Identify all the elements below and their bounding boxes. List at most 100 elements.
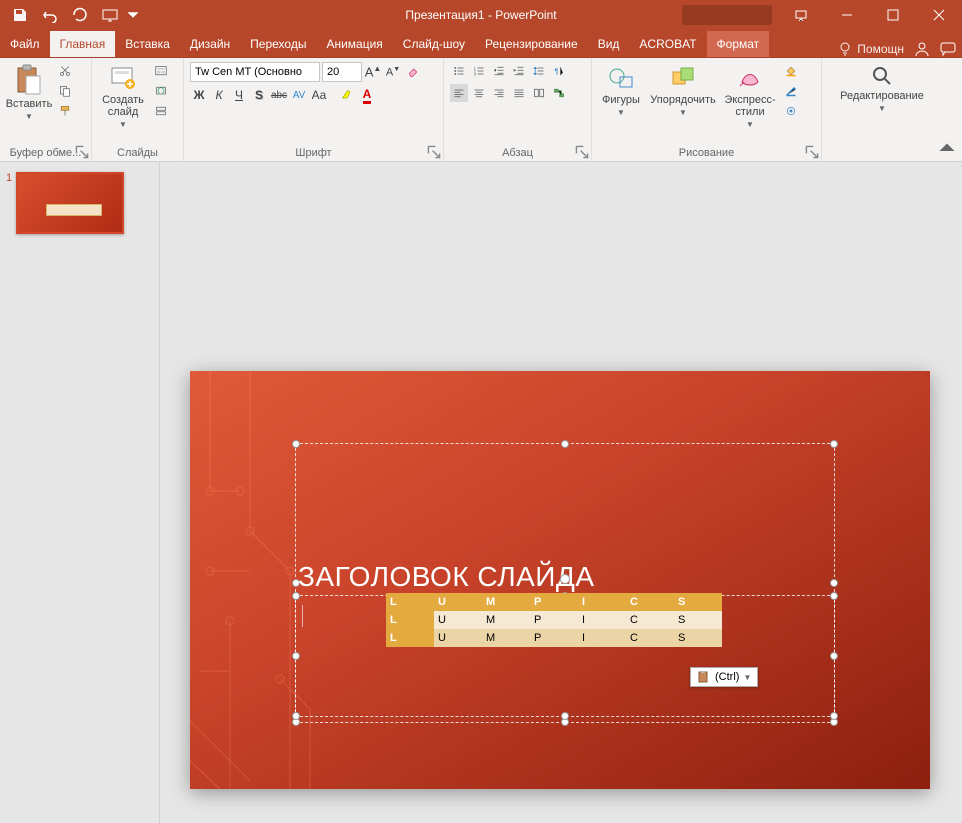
save-button[interactable] [6, 0, 34, 30]
align-right-button[interactable] [490, 84, 508, 102]
font-color-button[interactable]: A [358, 86, 376, 104]
tab-insert[interactable]: Вставка [115, 31, 180, 57]
th[interactable]: S [674, 593, 722, 611]
clear-format-button[interactable] [404, 63, 422, 81]
bold-button[interactable]: Ж [190, 86, 208, 104]
font-name-input[interactable] [190, 62, 320, 82]
bullets-button[interactable] [450, 62, 468, 80]
columns-button[interactable] [530, 84, 548, 102]
slide-canvas[interactable]: ЗАГОЛОВОК СЛАЙДА L U M P I C [190, 371, 930, 789]
tab-view[interactable]: Вид [588, 31, 630, 57]
th[interactable]: I [578, 593, 626, 611]
th[interactable]: M [482, 593, 530, 611]
format-painter-button[interactable] [56, 102, 74, 120]
text-direction-button[interactable]: ¶ [550, 62, 568, 80]
tab-slideshow[interactable]: Слайд-шоу [393, 31, 475, 57]
font-size-input[interactable] [322, 62, 362, 82]
slide-thumbnail-1[interactable]: 1 [6, 172, 153, 234]
justify-button[interactable] [510, 84, 528, 102]
line-spacing-button[interactable] [530, 62, 548, 80]
strikethrough-button[interactable]: abc [270, 86, 288, 104]
smartart-convert-button[interactable] [550, 84, 568, 102]
highlight-button[interactable] [338, 86, 356, 104]
align-center-button[interactable] [470, 84, 488, 102]
paste-options-button[interactable]: (Ctrl) ▼ [690, 667, 758, 687]
section-button[interactable] [152, 102, 170, 120]
thumbnail-preview[interactable] [16, 172, 124, 234]
td[interactable]: I [578, 629, 626, 647]
text-shadow-button[interactable]: S [250, 86, 268, 104]
paste-button[interactable]: Вставить ▼ [6, 62, 52, 123]
ribbon-display-options-button[interactable] [778, 0, 824, 30]
td[interactable]: C [626, 611, 674, 629]
td[interactable]: S [674, 611, 722, 629]
quick-styles-button[interactable]: Экспресс- стили▼ [722, 62, 778, 131]
collapse-ribbon-button[interactable] [938, 139, 956, 157]
th[interactable]: L [386, 593, 434, 611]
cut-button[interactable] [56, 62, 74, 80]
editing-button[interactable]: Редактирование▼ [832, 62, 932, 115]
drawing-dialog-launcher[interactable] [805, 145, 819, 159]
decrease-indent-button[interactable] [490, 62, 508, 80]
copy-button[interactable] [56, 82, 74, 100]
undo-button[interactable] [36, 0, 64, 30]
redo-button[interactable] [66, 0, 94, 30]
tab-file[interactable]: Файл [0, 31, 50, 57]
align-left-button[interactable] [450, 84, 468, 102]
td[interactable]: U [434, 629, 482, 647]
shrink-font-button[interactable]: A▼ [384, 63, 402, 81]
char-spacing-button[interactable]: AV [290, 86, 308, 104]
account-area[interactable] [682, 5, 772, 25]
reset-button[interactable] [152, 82, 170, 100]
td[interactable]: U [434, 611, 482, 629]
slide-editor[interactable]: ЗАГОЛОВОК СЛАЙДА L U M P I C [160, 162, 962, 823]
td[interactable]: L [386, 611, 434, 629]
tab-acrobat[interactable]: ACROBAT [629, 31, 706, 57]
slide-title-text[interactable]: ЗАГОЛОВОК СЛАЙДА [298, 561, 595, 593]
close-button[interactable] [916, 0, 962, 30]
grow-font-button[interactable]: A▲ [364, 63, 382, 81]
td[interactable]: S [674, 629, 722, 647]
shapes-button[interactable]: Фигуры▼ [598, 62, 644, 119]
minimize-button[interactable] [824, 0, 870, 30]
qat-customize-button[interactable] [126, 0, 140, 30]
increase-indent-button[interactable] [510, 62, 528, 80]
td[interactable]: C [626, 629, 674, 647]
tab-home[interactable]: Главная [50, 31, 116, 57]
tab-format[interactable]: Формат [707, 31, 770, 57]
td[interactable]: L [386, 629, 434, 647]
th[interactable]: U [434, 593, 482, 611]
pasted-table[interactable]: L U M P I C S L U M P I C S [386, 593, 722, 647]
td[interactable]: P [530, 611, 578, 629]
comments-icon[interactable] [940, 41, 956, 57]
th[interactable]: P [530, 593, 578, 611]
layout-button[interactable] [152, 62, 170, 80]
signin-icon[interactable] [914, 41, 930, 57]
arrange-button[interactable]: Упорядочить▼ [648, 62, 718, 119]
tab-design[interactable]: Дизайн [180, 31, 240, 57]
shape-outline-button[interactable] [782, 82, 800, 100]
td[interactable]: I [578, 611, 626, 629]
shape-effects-button[interactable] [782, 102, 800, 120]
th[interactable]: C [626, 593, 674, 611]
shape-fill-button[interactable] [782, 62, 800, 80]
font-dialog-launcher[interactable] [427, 145, 441, 159]
change-case-button[interactable]: Aa [310, 86, 328, 104]
start-from-beginning-button[interactable] [96, 0, 124, 30]
underline-button[interactable]: Ч [230, 86, 248, 104]
numbering-button[interactable]: 123 [470, 62, 488, 80]
td[interactable]: M [482, 629, 530, 647]
tell-me-search[interactable]: Помощн [837, 41, 904, 57]
paragraph-dialog-launcher[interactable] [575, 145, 589, 159]
tab-animation[interactable]: Анимация [316, 31, 392, 57]
maximize-button[interactable] [870, 0, 916, 30]
italic-button[interactable]: К [210, 86, 228, 104]
tab-transitions[interactable]: Переходы [240, 31, 316, 57]
rotate-handle[interactable] [560, 574, 570, 584]
td[interactable]: P [530, 629, 578, 647]
new-slide-button[interactable]: Создать слайд ▼ [98, 62, 148, 131]
tab-review[interactable]: Рецензирование [475, 31, 588, 57]
clipboard-dialog-launcher[interactable] [75, 145, 89, 159]
td[interactable]: M [482, 611, 530, 629]
thumbnail-pane[interactable]: 1 [0, 162, 160, 823]
